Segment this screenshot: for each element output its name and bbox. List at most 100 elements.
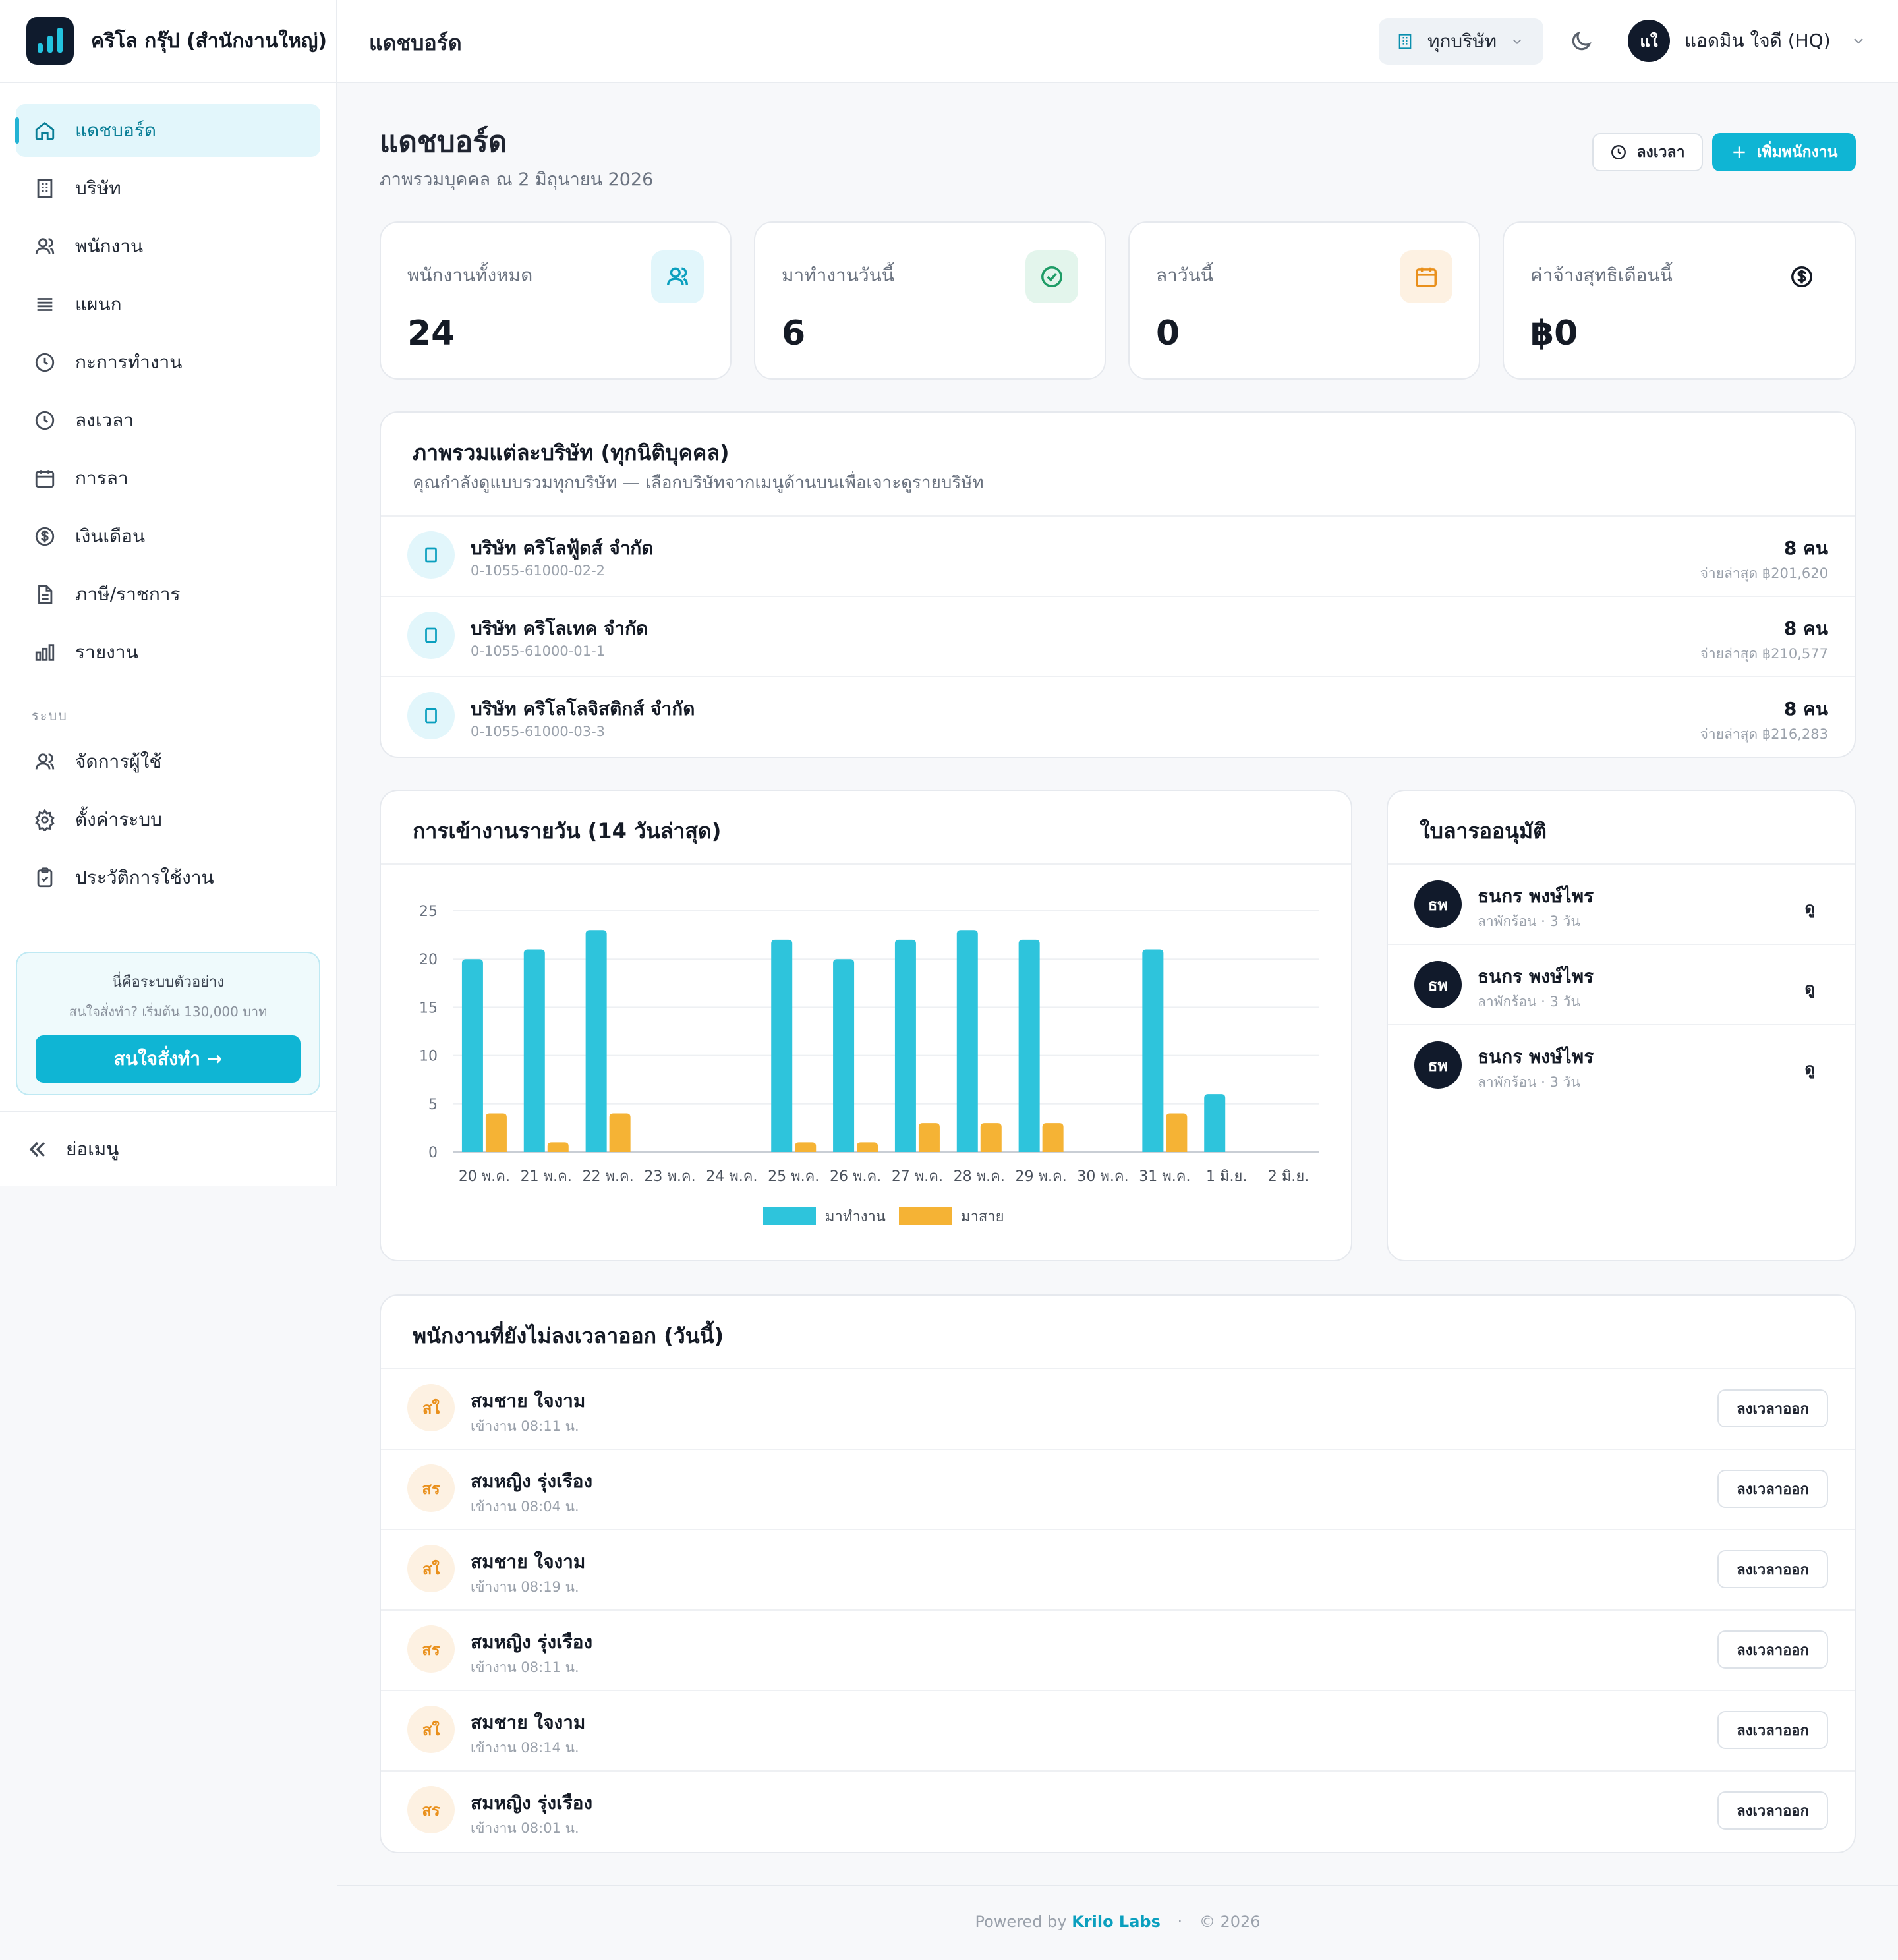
employee-name: สมหญิง รุ่งเรือง bbox=[471, 1792, 593, 1814]
moon-icon bbox=[1572, 31, 1592, 51]
avatar: ธพ bbox=[1414, 880, 1462, 928]
x-tick-label: 30 พ.ค. bbox=[1077, 1168, 1128, 1185]
sidebar-item-tax[interactable]: ภาษี/ราชการ bbox=[16, 568, 320, 621]
y-tick-label: 15 bbox=[419, 1000, 438, 1016]
sidebar-item-company[interactable]: บริษัท bbox=[16, 162, 320, 215]
sidebar-item-user-management[interactable]: จัดการผู้ใช้ bbox=[16, 735, 320, 788]
bar-late bbox=[857, 1142, 878, 1152]
checkin-time: เข้างาน 08:11 น. bbox=[471, 1418, 579, 1434]
sidebar: คริโล กรุ๊ป (สำนักงานใหญ่) แดชบอร์ด บริษ… bbox=[0, 0, 337, 1186]
view-leave-link[interactable]: ดู bbox=[1804, 1056, 1815, 1081]
bar-present bbox=[833, 959, 855, 1152]
company-overview-title: ภาพรวมแต่ละบริษัท (ทุกนิติบุคคล) bbox=[413, 440, 730, 465]
x-tick-label: 25 พ.ค. bbox=[768, 1168, 819, 1185]
company-tax-id: 0-1055-61000-01-1 bbox=[471, 643, 606, 659]
legend-swatch bbox=[899, 1207, 952, 1225]
clock-out-button[interactable]: ลงเวลาออก bbox=[1717, 1389, 1828, 1427]
calendar-icon bbox=[1400, 250, 1452, 303]
company-overview-card: ภาพรวมแต่ละบริษัท (ทุกนิติบุคคล) คุณกำลั… bbox=[380, 411, 1856, 758]
legend-swatch bbox=[763, 1207, 816, 1225]
sidebar-item-timeclock[interactable]: ลงเวลา bbox=[16, 394, 320, 447]
company-name: บริษัท คริโลฟู้ดส์ จำกัด bbox=[471, 537, 654, 559]
collapse-menu-label: ย่อเมนู bbox=[66, 1138, 119, 1160]
company-name: บริษัท คริโลโลจิสติกส์ จำกัด bbox=[471, 698, 695, 720]
sidebar-item-shifts[interactable]: กะการทำงาน bbox=[16, 336, 320, 389]
sidebar-item-label: แผนก bbox=[75, 293, 122, 315]
brand[interactable]: คริโล กรุ๊ป (สำนักงานใหญ่) bbox=[0, 0, 336, 83]
view-leave-link[interactable]: ดู bbox=[1804, 975, 1815, 1001]
sidebar-item-payroll[interactable]: เงินเดือน bbox=[16, 510, 320, 563]
company-name: บริษัท คริโลเทค จำกัด bbox=[471, 618, 648, 639]
x-tick-label: 20 พ.ค. bbox=[459, 1168, 510, 1185]
legend-label: มาสาย bbox=[961, 1209, 1004, 1225]
stat-label: ค่าจ้างสุทธิเดือนนี้ bbox=[1530, 264, 1673, 286]
chevron-down-icon bbox=[1512, 39, 1522, 45]
avatar: สร bbox=[407, 1464, 455, 1512]
leave-request-row[interactable]: ธพ ธนกร พงษ์ไพร ลาพักร้อน · 3 วัน ดู bbox=[1388, 863, 1855, 944]
leave-detail: ลาพักร้อน · 3 วัน bbox=[1478, 913, 1580, 929]
leave-detail: ลาพักร้อน · 3 วัน bbox=[1478, 1074, 1580, 1090]
attendance-bar-chart: 0 5 10 15 20 25 20 พ.ค. 21 พ.ค. 22 พ.ค. 23 พ.ค. 24… bbox=[419, 904, 1319, 1225]
list-icon bbox=[33, 293, 57, 316]
building-icon bbox=[33, 177, 57, 200]
company-row[interactable]: บริษัท คริโลเทค จำกัด 0-1055-61000-01-1 … bbox=[381, 596, 1855, 676]
leave-request-row[interactable]: ธพ ธนกร พงษ์ไพร ลาพักร้อน · 3 วัน ดู bbox=[1388, 1024, 1855, 1105]
footer-powered: Powered by bbox=[975, 1913, 1067, 1931]
company-select-value: ทุกบริษัท bbox=[1427, 30, 1497, 52]
document-icon bbox=[33, 583, 57, 606]
attendance-chart-title: การเข้างานรายวัน (14 วันล่าสุด) bbox=[413, 819, 722, 844]
user-menu[interactable]: แใ แอดมิน ใจดี (HQ) bbox=[1628, 20, 1866, 62]
clock-out-button[interactable]: ลงเวลาออก bbox=[1717, 1470, 1828, 1508]
avatar: สใ bbox=[407, 1545, 455, 1592]
checkin-time: เข้างาน 08:01 น. bbox=[471, 1820, 579, 1836]
sidebar-item-settings[interactable]: ตั้งค่าระบบ bbox=[16, 793, 320, 846]
company-row[interactable]: บริษัท คริโลฟู้ดส์ จำกัด 0-1055-61000-02… bbox=[381, 515, 1855, 596]
clock-out-button[interactable]: ลงเวลาออก bbox=[1717, 1791, 1828, 1830]
x-tick-label: 2 มิ.ย. bbox=[1268, 1168, 1309, 1185]
leave-employee-name: ธนกร พงษ์ไพร bbox=[1478, 885, 1594, 907]
promo-order-button[interactable]: สนใจสั่งทำ → bbox=[36, 1035, 301, 1083]
bar-chart-icon bbox=[33, 641, 57, 664]
sidebar-item-departments[interactable]: แผนก bbox=[16, 278, 320, 331]
sidebar-item-employees[interactable]: พนักงาน bbox=[16, 220, 320, 273]
users-icon bbox=[651, 250, 704, 303]
x-tick-label: 27 พ.ค. bbox=[892, 1168, 943, 1185]
sidebar-item-reports[interactable]: รายงาน bbox=[16, 626, 320, 679]
stat-card-total-employees[interactable]: พนักงานทั้งหมด 24 bbox=[380, 221, 732, 380]
sidebar-section-label: ระบบ bbox=[32, 708, 68, 724]
clock-in-button[interactable]: ลงเวลา bbox=[1592, 133, 1703, 171]
leave-request-row[interactable]: ธพ ธนกร พงษ์ไพร ลาพักร้อน · 3 วัน ดู bbox=[1388, 944, 1855, 1024]
bar-present bbox=[956, 930, 978, 1152]
gear-icon bbox=[33, 808, 57, 832]
stat-card-leave-today[interactable]: ลาวันนี้ 0 bbox=[1128, 221, 1480, 380]
x-tick-label: 28 พ.ค. bbox=[954, 1168, 1005, 1185]
sidebar-item-leave[interactable]: การลา bbox=[16, 452, 320, 505]
stat-card-present-today[interactable]: มาทำงานวันนี้ 6 bbox=[754, 221, 1106, 380]
leave-detail: ลาพักร้อน · 3 วัน bbox=[1478, 994, 1580, 1010]
add-employee-button[interactable]: เพิ่มพนักงาน bbox=[1712, 133, 1856, 171]
promo-line-1: นี่คือระบบตัวอย่าง bbox=[111, 974, 225, 991]
building-icon bbox=[407, 612, 455, 659]
clock-out-button[interactable]: ลงเวลาออก bbox=[1717, 1550, 1828, 1588]
calendar-icon bbox=[33, 467, 57, 490]
view-leave-link[interactable]: ดู bbox=[1804, 895, 1815, 921]
company-row[interactable]: บริษัท คริโลโลจิสติกส์ จำกัด 0-1055-6100… bbox=[381, 676, 1855, 757]
leave-employee-name: ธนกร พงษ์ไพร bbox=[1478, 966, 1594, 987]
clock-out-button[interactable]: ลงเวลาออก bbox=[1717, 1630, 1828, 1669]
collapse-menu-button[interactable]: ย่อเมนู bbox=[0, 1111, 337, 1186]
sidebar-item-audit-log[interactable]: ประวัติการใช้งาน bbox=[16, 851, 320, 904]
company-select[interactable]: ทุกบริษัท bbox=[1379, 18, 1543, 65]
x-tick-label: 23 พ.ค. bbox=[644, 1168, 695, 1185]
bar-present bbox=[585, 930, 607, 1152]
sidebar-item-dashboard[interactable]: แดชบอร์ด bbox=[15, 104, 320, 157]
footer-separator: · bbox=[1177, 1913, 1183, 1931]
bar-late bbox=[918, 1123, 940, 1152]
dollar-icon bbox=[1775, 250, 1828, 303]
checkin-time: เข้างาน 08:14 น. bbox=[471, 1740, 579, 1756]
clock-out-button[interactable]: ลงเวลาออก bbox=[1717, 1711, 1828, 1749]
theme-toggle-button[interactable] bbox=[1568, 29, 1594, 54]
leave-employee-name: ธนกร พงษ์ไพร bbox=[1478, 1046, 1594, 1068]
footer-company-link[interactable]: Krilo Labs bbox=[1072, 1913, 1161, 1931]
stat-card-net-pay[interactable]: ค่าจ้างสุทธิเดือนนี้ ฿0 bbox=[1503, 221, 1856, 380]
stat-label: มาทำงานวันนี้ bbox=[782, 264, 894, 286]
